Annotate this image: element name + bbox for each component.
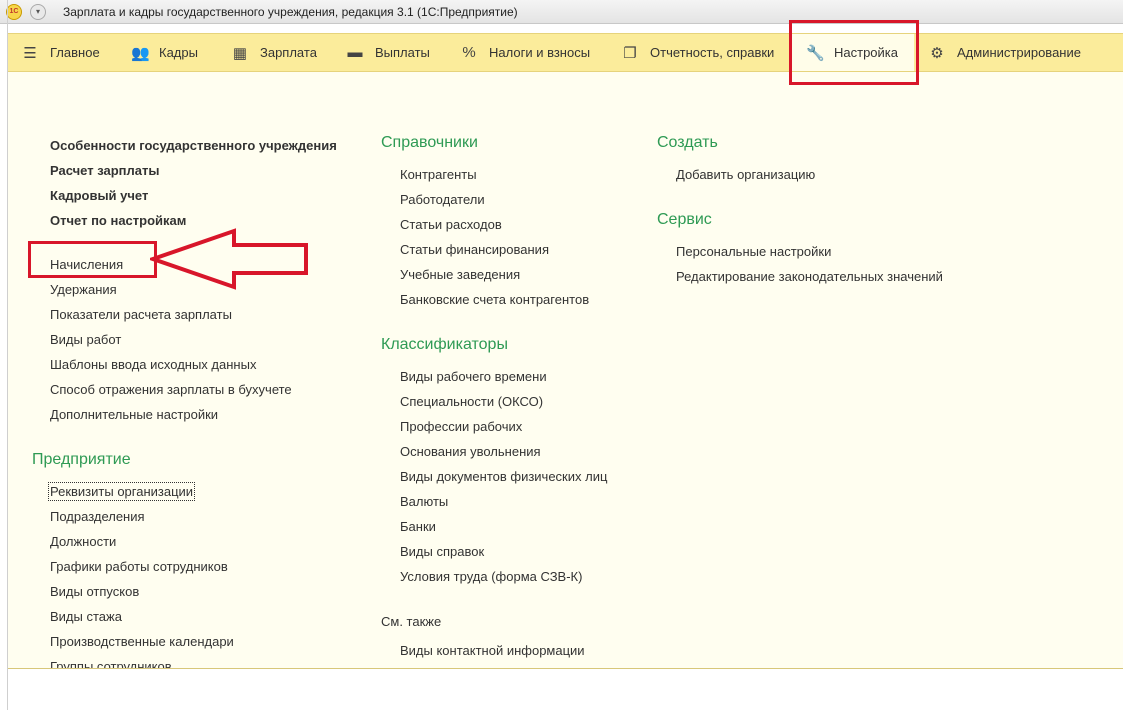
menu-lines-icon: ☰ — [23, 44, 37, 62]
link-vidy-stazha[interactable]: Виды стажа — [50, 609, 122, 624]
link-banki[interactable]: Банки — [400, 519, 436, 534]
link-bankovskie-scheta[interactable]: Банковские счета контрагентов — [400, 292, 589, 307]
group-title-sozdat: Создать — [657, 134, 718, 151]
see-also-label: См. также — [381, 614, 442, 629]
group-title-klassifikatory: Классификаторы — [381, 336, 508, 353]
link-vidy-dokumentov[interactable]: Виды документов физических лиц — [400, 469, 607, 484]
wallet-icon: ▬ — [347, 44, 363, 61]
window-titlebar: 1С ▾ Зарплата и кадры государственного у… — [0, 0, 1123, 24]
annotation-arrow-icon — [150, 228, 308, 290]
link-personalnye[interactable]: Персональные настройки — [676, 244, 831, 259]
calculator-icon: ▦ — [232, 44, 248, 62]
link-uchebnye[interactable]: Учебные заведения — [400, 267, 520, 282]
section-label: Отчетность, справки — [650, 45, 775, 60]
settings-panel: Особенности государственного учреждения … — [8, 72, 1123, 669]
window-title: Зарплата и кадры государственного учрежд… — [63, 5, 518, 19]
link-uderzhaniya[interactable]: Удержания — [50, 282, 117, 297]
link-kalendari[interactable]: Производственные календари — [50, 634, 234, 649]
sections-panel: ☰ Главное 👥 Кадры ▦ Зарплата ▬ Выплаты % Нало… — [8, 33, 1123, 72]
section-vyplaty[interactable]: ▬ Выплаты — [347, 34, 430, 71]
section-nalogi[interactable]: % Налоги и взносы — [461, 34, 590, 71]
section-label: Кадры — [159, 45, 198, 60]
section-kadry[interactable]: 👥 Кадры — [131, 34, 198, 71]
link-redaktirovanie[interactable]: Редактирование законодательных значений — [676, 269, 943, 284]
link-vidy-kontaktnoy[interactable]: Виды контактной информации — [400, 643, 585, 658]
section-label: Зарплата — [260, 45, 317, 60]
link-sposob-otrazheniya[interactable]: Способ отражения зарплаты в бухучете — [50, 382, 292, 397]
section-label: Выплаты — [375, 45, 430, 60]
link-pokazateli[interactable]: Показатели расчета зарплаты — [50, 307, 232, 322]
main-menu-icon[interactable]: ▾ — [30, 4, 46, 20]
link-dobavit-organizaciyu[interactable]: Добавить организацию — [676, 167, 815, 182]
section-otchetnost[interactable]: ❐ Отчетность, справки — [622, 34, 774, 71]
section-label: Администрирование — [957, 45, 1081, 60]
app-logo-icon: 1С — [6, 4, 22, 20]
link-grafiki[interactable]: Графики работы сотрудников — [50, 559, 228, 574]
documents-icon: ❐ — [623, 44, 637, 62]
link-raschet-zarplaty[interactable]: Расчет зарплаты — [50, 163, 159, 178]
highlight-box-nastroyka — [789, 20, 919, 85]
link-kadrovy-uchet[interactable]: Кадровый учет — [50, 188, 148, 203]
link-vidy-rab-vremeni[interactable]: Виды рабочего времени — [400, 369, 547, 384]
section-zarplata[interactable]: ▦ Зарплата — [232, 34, 317, 71]
link-specialnosti[interactable]: Специальности (ОКСО) — [400, 394, 543, 409]
link-stati-rashodov[interactable]: Статьи расходов — [400, 217, 502, 232]
link-rabotodateli[interactable]: Работодатели — [400, 192, 485, 207]
link-usloviya-truda[interactable]: Условия труда (форма СЗВ-К) — [400, 569, 582, 584]
link-vidy-spravok[interactable]: Виды справок — [400, 544, 484, 559]
link-vidy-rabot[interactable]: Виды работ — [50, 332, 121, 347]
link-professii[interactable]: Профессии рабочих — [400, 419, 522, 434]
link-podrazdeleniya[interactable]: Подразделения — [50, 509, 145, 524]
link-dop-nastroyki[interactable]: Дополнительные настройки — [50, 407, 218, 422]
group-title-spravochniki: Справочники — [381, 134, 478, 151]
link-dolzhnosti[interactable]: Должности — [50, 534, 116, 549]
section-main[interactable]: ☰ Главное — [22, 34, 100, 71]
link-valyuty[interactable]: Валюты — [400, 494, 448, 509]
group-title-servis: Сервис — [657, 211, 712, 228]
link-shablony[interactable]: Шаблоны ввода исходных данных — [50, 357, 256, 372]
link-gruppy[interactable]: Группы сотрудников — [50, 659, 172, 668]
link-stati-finansirovaniya[interactable]: Статьи финансирования — [400, 242, 549, 257]
section-label: Налоги и взносы — [489, 45, 591, 60]
link-otchet-po-nastroykam[interactable]: Отчет по настройкам — [50, 213, 186, 228]
link-kontragenty[interactable]: Контрагенты — [400, 167, 477, 182]
section-label: Главное — [50, 45, 100, 60]
group-title-predpriyatie: Предприятие — [32, 451, 131, 468]
people-icon: 👥 — [131, 44, 150, 62]
link-osnovaniya[interactable]: Основания увольнения — [400, 444, 541, 459]
link-rekvizity[interactable]: Реквизиты организации — [47, 482, 196, 501]
highlight-box-nachisleniya — [28, 241, 157, 278]
gear-icon: ⚙ — [930, 44, 944, 62]
link-vidy-otpuskov[interactable]: Виды отпусков — [50, 584, 139, 599]
percent-icon: % — [462, 44, 476, 61]
link-osobennosti[interactable]: Особенности государственного учреждения — [50, 138, 337, 153]
section-administrirovanie[interactable]: ⚙ Администрирование — [929, 34, 1081, 71]
